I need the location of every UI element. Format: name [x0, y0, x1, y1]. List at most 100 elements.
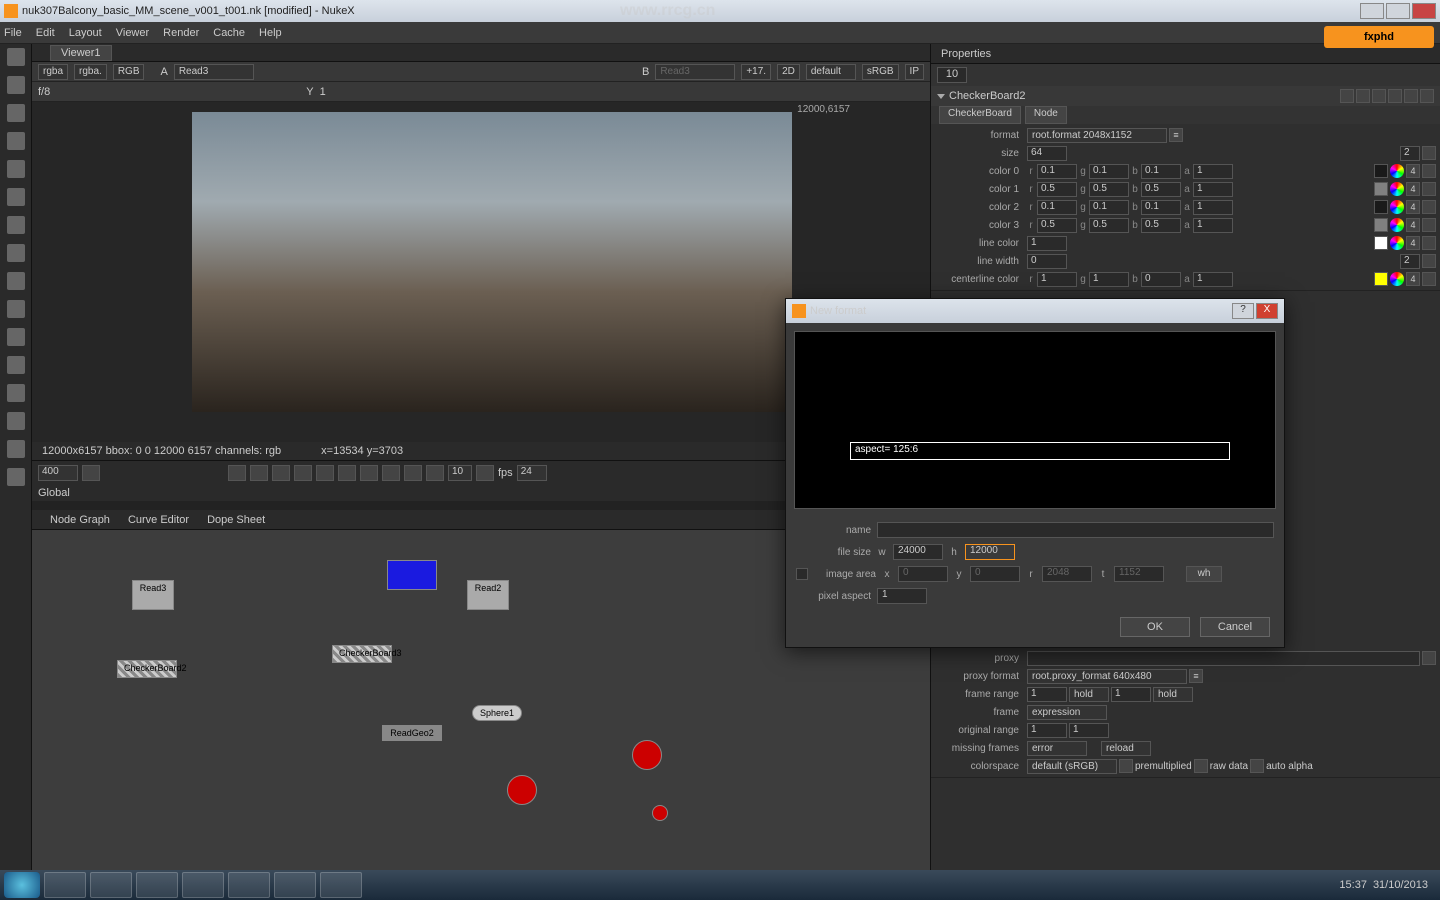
proxyfmt-menu-icon[interactable]: ≡ — [1189, 669, 1203, 683]
fps-input[interactable]: 24 — [517, 465, 547, 481]
c3b-input[interactable]: 0.5 — [1141, 218, 1181, 233]
input-b-dropdown[interactable]: Read3 — [655, 64, 735, 80]
dlg-r-input[interactable]: 2048 — [1042, 566, 1092, 582]
taskbar-app-icon[interactable] — [320, 872, 362, 898]
channel-dropdown-1[interactable]: rgba — [38, 64, 68, 80]
panel-float-icon[interactable] — [1356, 89, 1370, 103]
c3a-input[interactable]: 1 — [1193, 218, 1233, 233]
node-checker3[interactable]: CheckerBoard3 — [332, 645, 392, 663]
skip-input[interactable]: 10 — [448, 465, 472, 481]
dlg-width-input[interactable]: 24000 — [893, 544, 943, 560]
props-count[interactable]: 10 — [937, 67, 967, 83]
tool-particles-icon[interactable] — [7, 328, 25, 346]
tab-nodegraph[interactable]: Node Graph — [50, 514, 110, 526]
tab-dopesheet[interactable]: Dope Sheet — [207, 514, 265, 526]
node-sphere1[interactable]: Sphere1 — [472, 705, 522, 721]
c1-anim-icon[interactable] — [1422, 182, 1436, 196]
c2b-input[interactable]: 0.1 — [1141, 200, 1181, 215]
prev-key-icon[interactable] — [250, 465, 268, 481]
taskbar-nuke-icon[interactable] — [274, 872, 316, 898]
proxy-input[interactable] — [1027, 651, 1420, 666]
menu-file[interactable]: File — [4, 27, 22, 39]
dialog-help-button[interactable]: ? — [1232, 303, 1254, 319]
taskbar-firefox-icon[interactable] — [182, 872, 224, 898]
c0r-input[interactable]: 0.1 — [1037, 164, 1077, 179]
c3-wheel-icon[interactable] — [1390, 218, 1404, 232]
c2g-input[interactable]: 0.1 — [1089, 200, 1129, 215]
menu-cache[interactable]: Cache — [213, 27, 245, 39]
tool-metadata-icon[interactable] — [7, 412, 25, 430]
fr-before-dropdown[interactable]: hold — [1069, 687, 1109, 702]
centerline-anim-icon[interactable] — [1422, 272, 1436, 286]
or-first-input[interactable]: 1 — [1027, 723, 1067, 738]
play-back-icon[interactable] — [294, 465, 312, 481]
c2-anim-icon[interactable] — [1422, 200, 1436, 214]
tab-checkerboard[interactable]: CheckerBoard — [939, 106, 1021, 124]
skip-back-icon[interactable] — [426, 465, 444, 481]
tool-transform-icon[interactable] — [7, 272, 25, 290]
fr-first-input[interactable]: 1 — [1027, 687, 1067, 702]
panel-redo-icon[interactable] — [1388, 89, 1402, 103]
cs-dropdown[interactable]: default (sRGB) — [1027, 759, 1117, 774]
dlg-wh-button[interactable]: wh — [1186, 566, 1222, 582]
size-anim-icon[interactable] — [1422, 146, 1436, 160]
play-fwd-icon[interactable] — [338, 465, 356, 481]
tool-filter-icon[interactable] — [7, 188, 25, 206]
linewidth-anim-icon[interactable] — [1422, 254, 1436, 268]
panel-revert-icon[interactable] — [1404, 89, 1418, 103]
next-key-icon[interactable] — [382, 465, 400, 481]
prev-frame-icon[interactable] — [272, 465, 290, 481]
node-readgeo2[interactable]: ReadGeo2 — [382, 725, 442, 741]
dialog-close-button[interactable]: X — [1256, 303, 1278, 319]
c1r-input[interactable]: 0.5 — [1037, 182, 1077, 197]
panel-maximize-icon[interactable] — [1340, 89, 1354, 103]
menu-help[interactable]: Help — [259, 27, 282, 39]
tool-other-icon[interactable] — [7, 468, 25, 486]
c3-anim-icon[interactable] — [1422, 218, 1436, 232]
c3-swatch[interactable] — [1374, 218, 1388, 232]
dlg-cancel-button[interactable]: Cancel — [1200, 617, 1270, 637]
format-dropdown[interactable]: root.format 2048x1152 — [1027, 128, 1167, 143]
c2-wheel-icon[interactable] — [1390, 200, 1404, 214]
goto-last-icon[interactable] — [404, 465, 422, 481]
dlg-y-input[interactable]: 0 — [970, 566, 1020, 582]
proxy-browse-icon[interactable] — [1422, 651, 1436, 665]
node-constant1[interactable] — [387, 560, 437, 590]
colorspace-dropdown[interactable]: sRGB — [862, 64, 899, 80]
node-checker2[interactable]: CheckerBoard2 — [117, 660, 177, 678]
frame-dropdown[interactable]: expression — [1027, 705, 1107, 720]
dialog-titlebar[interactable]: New format ? X — [786, 299, 1284, 323]
autoalpha-checkbox[interactable] — [1250, 759, 1264, 773]
node-sphere-red1[interactable] — [632, 740, 662, 770]
dlg-t-input[interactable]: 1152 — [1114, 566, 1164, 582]
panel-close-icon[interactable] — [1420, 89, 1434, 103]
fstop-control[interactable]: f/8 — [38, 86, 50, 98]
panel-undo-icon[interactable] — [1372, 89, 1386, 103]
linewidth2-input[interactable]: 2 — [1400, 254, 1420, 269]
c0-swatch[interactable] — [1374, 164, 1388, 178]
node-sphere-red2[interactable] — [507, 775, 537, 805]
c1g-input[interactable]: 0.5 — [1089, 182, 1129, 197]
ccr-input[interactable]: 1 — [1037, 272, 1077, 287]
close-button[interactable] — [1412, 3, 1436, 19]
size2-input[interactable]: 2 — [1400, 146, 1420, 161]
mode-dropdown[interactable]: 2D — [777, 64, 800, 80]
tool-channel-icon[interactable] — [7, 132, 25, 150]
dlg-ok-button[interactable]: OK — [1120, 617, 1190, 637]
c0-wheel-icon[interactable] — [1390, 164, 1404, 178]
tab-viewer1[interactable]: Viewer1 — [50, 45, 112, 61]
linewidth-input[interactable]: 0 — [1027, 254, 1067, 269]
fr-after-dropdown[interactable]: hold — [1153, 687, 1193, 702]
tool-merge-icon[interactable] — [7, 244, 25, 262]
menu-viewer[interactable]: Viewer — [116, 27, 149, 39]
linecolor-input[interactable]: 1 — [1027, 236, 1067, 251]
c3-four-button[interactable]: 4 — [1406, 218, 1420, 232]
missing-dropdown[interactable]: error — [1027, 741, 1087, 756]
fr-last-input[interactable]: 1 — [1111, 687, 1151, 702]
panel-head-checkerboard2[interactable]: CheckerBoard2 — [931, 86, 1440, 106]
skip-fwd-icon[interactable] — [476, 465, 494, 481]
premult-checkbox[interactable] — [1119, 759, 1133, 773]
c3g-input[interactable]: 0.5 — [1089, 218, 1129, 233]
tool-deep-icon[interactable] — [7, 356, 25, 374]
cca-input[interactable]: 1 — [1193, 272, 1233, 287]
